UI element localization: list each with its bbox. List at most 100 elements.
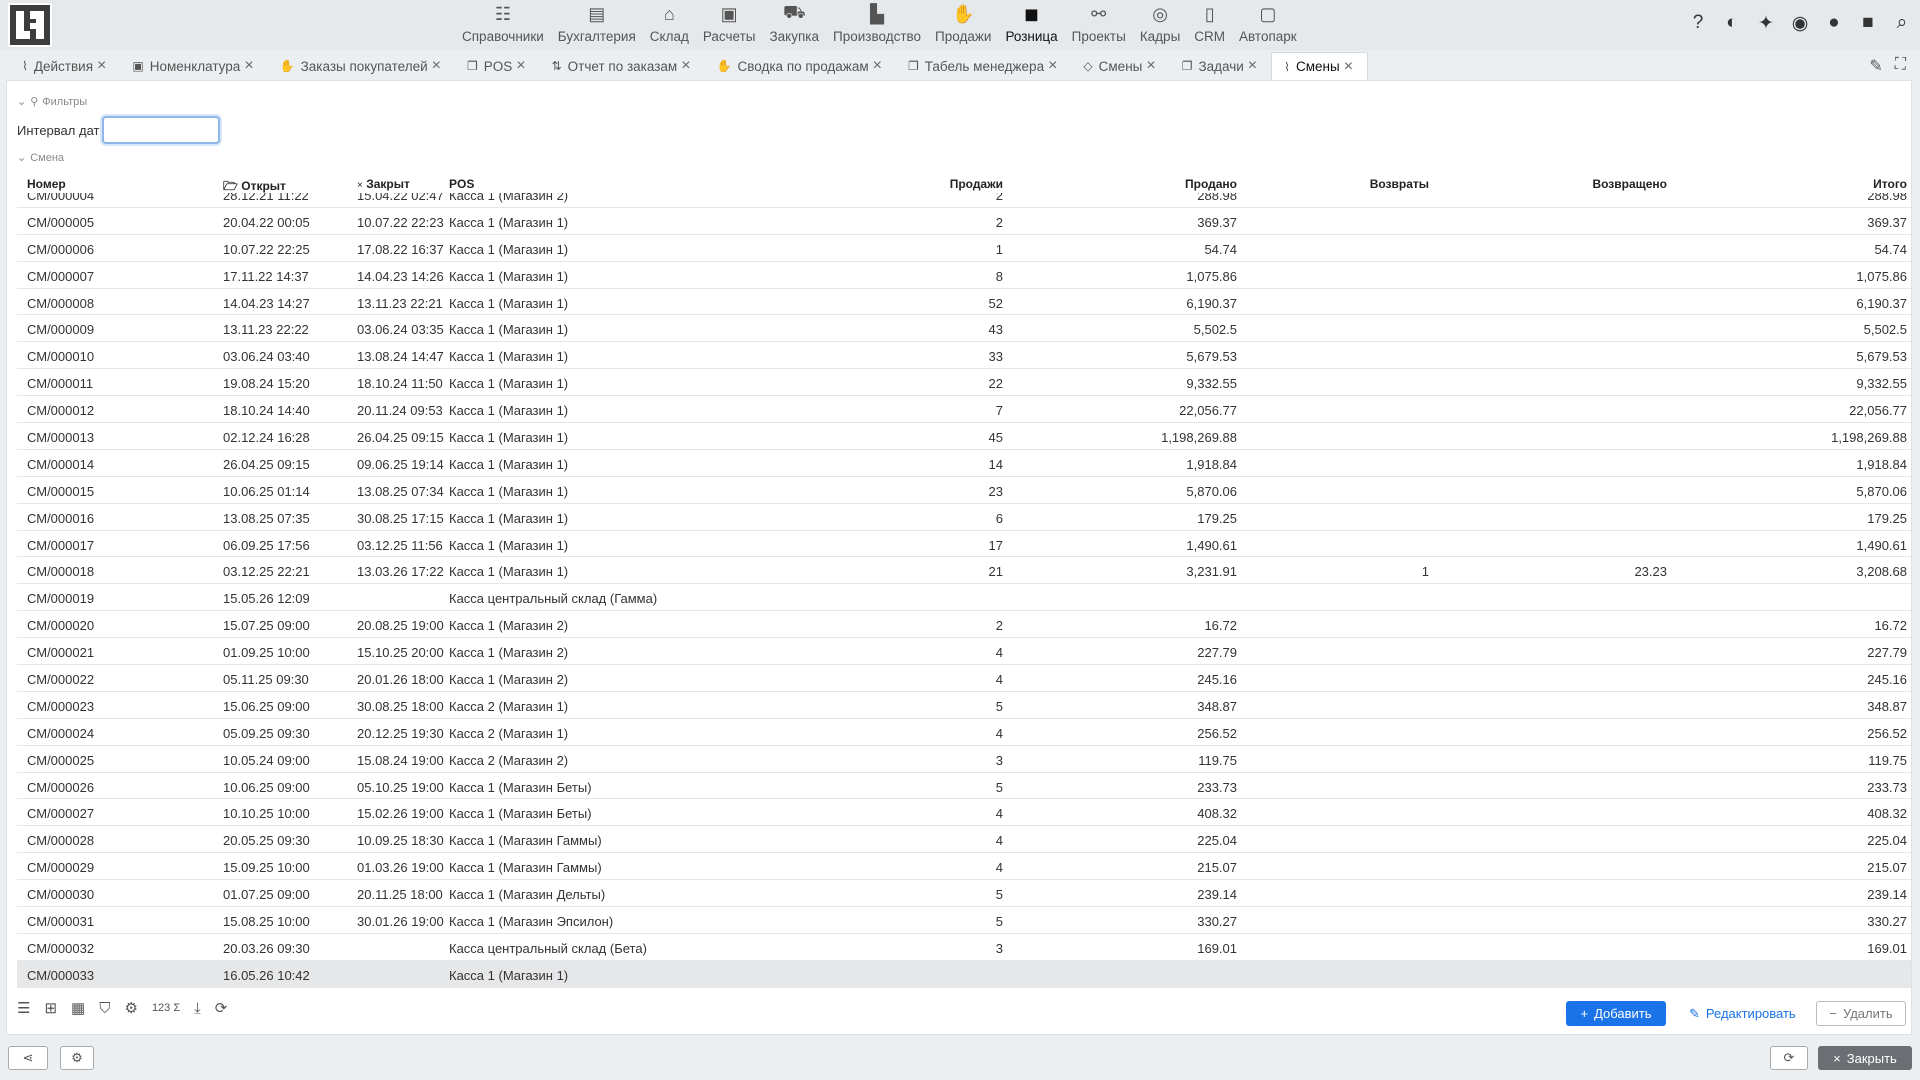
table-row[interactable]: СМ/000032 20.03.26 09:30 Касса центральный… (17, 934, 1911, 961)
tab-3[interactable]: ❐ POS × (455, 52, 540, 80)
tab-6[interactable]: ❐ Табель менеджера × (896, 52, 1071, 80)
edit-button[interactable]: ✎ Редактировать (1689, 1001, 1796, 1026)
table-row[interactable]: СМ/000018 03.12.25 22:21 13.03.26 17:22 Кас… (17, 557, 1911, 585)
nav-item-money[interactable]: ▣ Расчеты (696, 0, 763, 50)
tab-9[interactable]: ⌇ Смены × (1271, 52, 1369, 80)
lock-icon[interactable]: ■ (1858, 12, 1878, 34)
table-row[interactable]: СМ/000013 02.12.24 16:28 26.04.25 09:15 Кас… (17, 423, 1911, 450)
tab-8[interactable]: ❐ Задачи × (1170, 52, 1271, 80)
nav-item-ledger[interactable]: ▤ Бухгалтерия (551, 0, 643, 50)
date-interval-input[interactable] (102, 116, 220, 144)
calendar-view-icon[interactable]: ▦ (71, 999, 85, 1017)
col-total[interactable]: Итого (1737, 177, 1907, 191)
table-row[interactable]: СМ/000011 19.08.24 15:20 18.10.24 11:50 Кас… (17, 369, 1911, 397)
tab-2[interactable]: ✋ Заказы покупателей × (268, 52, 455, 80)
table-row[interactable]: СМ/000033 16.05.26 10:42 Касса 1 (Магазин … (17, 960, 1911, 988)
close-icon[interactable]: × (516, 57, 525, 75)
nav-item-project[interactable]: ⚯ Проекты (1065, 0, 1133, 50)
share-button[interactable]: ⋖ (8, 1046, 48, 1070)
settings-icon[interactable]: ⚙ (124, 999, 137, 1017)
refresh-icon[interactable]: ⟳ (215, 999, 228, 1017)
table-row[interactable]: СМ/000022 05.11.25 09:30 20.01.26 18:00 Кас… (17, 665, 1911, 692)
reload-button[interactable]: ⟳ (1770, 1046, 1808, 1070)
delete-button[interactable]: − Удалить (1816, 1001, 1906, 1026)
fullscreen-icon[interactable]: ⛶ (1895, 56, 1906, 76)
tab-1[interactable]: ▣ Номенклатура × (120, 52, 267, 80)
chat-icon[interactable]: ● (1824, 12, 1844, 34)
grid-view-icon[interactable]: ⊞ (44, 999, 57, 1017)
nav-item-cart[interactable]: ⛟ Закупка (763, 0, 827, 50)
nav-item-shopping-bag[interactable]: ◼ Розница (998, 0, 1064, 50)
table-row[interactable]: СМ/000014 26.04.25 09:15 09.06.25 19:14 Кас… (17, 450, 1911, 477)
table-row[interactable]: СМ/000027 10.10.25 10:00 15.02.26 19:00 Кас… (17, 799, 1911, 827)
table-row[interactable]: СМ/000008 14.04.23 14:27 13.11.23 22:21 Кас… (17, 289, 1911, 316)
tab-5[interactable]: ✋ Сводка по продажам × (705, 52, 896, 80)
shift-section-toggle[interactable]: ⌄ Смена (17, 151, 64, 165)
help-icon[interactable]: ? (1688, 12, 1708, 34)
cell-closed: 03.06.24 03:35 (357, 322, 444, 338)
table-row[interactable]: СМ/000031 15.08.25 10:00 30.01.26 19:00 Кас… (17, 907, 1911, 934)
table-row[interactable]: СМ/000023 15.06.25 09:00 30.08.25 18:00 Кас… (17, 692, 1911, 719)
table-row[interactable]: СМ/000010 03.06.24 03:40 13.08.24 14:47 Кас… (17, 342, 1911, 370)
contrast-icon[interactable]: ◐ (1722, 12, 1742, 34)
close-icon[interactable]: × (1248, 57, 1257, 75)
search-icon[interactable]: ⌕ (1892, 12, 1912, 34)
table-row[interactable]: СМ/000005 20.04.22 00:05 10.07.22 22:23 Кас… (17, 208, 1911, 235)
table-row[interactable]: СМ/000006 10.07.22 22:25 17.08.22 16:37 Кас… (17, 235, 1911, 262)
col-returns[interactable]: Возвраты (1317, 177, 1429, 191)
tab-7[interactable]: ◇ Смены × (1071, 52, 1169, 80)
nav-item-crm[interactable]: ▯ CRM (1187, 0, 1232, 50)
table-row[interactable]: СМ/000030 01.07.25 09:00 20.11.25 18:00 Кас… (17, 880, 1911, 908)
totals-toggle[interactable]: 123 Σ (152, 1002, 180, 1014)
close-icon[interactable]: × (681, 57, 690, 75)
nav-item-list[interactable]: ☷ Справочники (455, 0, 551, 50)
nav-item-hand-coin[interactable]: ✋ Продажи (928, 0, 998, 50)
list-view-icon[interactable]: ☰ (17, 999, 30, 1017)
col-pos[interactable]: POS (449, 177, 474, 191)
edit-pencil-icon[interactable]: ✎ (1869, 56, 1882, 76)
col-sold[interactable]: Продано (1117, 177, 1237, 191)
pin-icon[interactable]: ✦ (1756, 12, 1776, 34)
col-returned[interactable]: Возвращено (1517, 177, 1667, 191)
table-row[interactable]: СМ/000017 06.09.25 17:56 03.12.25 11:56 Кас… (17, 531, 1911, 558)
table-row[interactable]: СМ/000026 10.06.25 09:00 05.10.25 19:00 Кас… (17, 773, 1911, 800)
table-row[interactable]: СМ/000020 15.07.25 09:00 20.08.25 19:00 Кас… (17, 611, 1911, 639)
close-icon[interactable]: × (1048, 57, 1057, 75)
filters-toggle[interactable]: ⌄ ⚲ Фильтры (17, 95, 87, 109)
nav-item-warehouse[interactable]: ⌂ Склад (643, 0, 696, 50)
add-button[interactable]: + Добавить (1566, 1001, 1666, 1026)
nav-item-bus[interactable]: ▢ Автопарк (1232, 0, 1304, 50)
cell-opened: 19.08.24 15:20 (223, 376, 310, 392)
close-icon[interactable]: × (1344, 58, 1353, 76)
close-icon[interactable]: × (873, 57, 882, 75)
table-row[interactable]: СМ/000024 05.09.25 09:30 20.12.25 19:30 Кас… (17, 719, 1911, 746)
app-logo[interactable] (8, 3, 52, 47)
table-row[interactable]: СМ/000007 17.11.22 14:37 14.04.23 14:26 Кас… (17, 262, 1911, 289)
table-row[interactable]: СМ/000015 10.06.25 01:14 13.08.25 07:34 Кас… (17, 477, 1911, 504)
tab-4[interactable]: ⇅ Отчет по заказам × (540, 52, 705, 80)
nav-item-factory[interactable]: ▙ Производство (826, 0, 928, 50)
col-number[interactable]: Номер (27, 177, 66, 191)
table-row[interactable]: СМ/000009 13.11.23 22:22 03.06.24 03:35 Кас… (17, 315, 1911, 343)
close-button[interactable]: × Закрыть (1818, 1046, 1912, 1070)
filter-icon[interactable]: ⛉ (99, 1000, 110, 1017)
col-sales[interactable]: Продажи (933, 177, 1003, 191)
close-icon[interactable]: × (1146, 57, 1155, 75)
nav-item-fingerprint[interactable]: ◎ Кадры (1133, 0, 1187, 50)
table-row[interactable]: СМ/000016 13.08.25 07:35 30.08.25 17:15 Кас… (17, 504, 1911, 531)
table-row[interactable]: СМ/000028 20.05.25 09:30 10.09.25 18:30 Кас… (17, 826, 1911, 854)
tab-0[interactable]: ⌇ Действия × (10, 52, 120, 80)
table-row[interactable]: СМ/000029 15.09.25 10:00 01.03.26 19:00 Кас… (17, 853, 1911, 881)
table-row[interactable]: СМ/000019 15.05.26 12:09 Касса центральный… (17, 584, 1911, 612)
table-row[interactable]: СМ/000025 10.05.24 09:00 15.08.24 19:00 Кас… (17, 746, 1911, 773)
table-row[interactable]: СМ/000012 18.10.24 14:40 20.11.24 09:53 Кас… (17, 396, 1911, 424)
download-icon[interactable]: ⤓ (194, 1000, 201, 1017)
table-row[interactable]: СМ/000004 28.12.21 11:22 15.04.22 02:47 Кас… (17, 193, 1911, 208)
settings-button[interactable]: ⚙ (60, 1046, 94, 1070)
close-icon[interactable]: × (244, 57, 253, 75)
col-closed[interactable]: × Закрыт (357, 177, 410, 191)
close-icon[interactable]: × (432, 57, 441, 75)
close-icon[interactable]: × (97, 57, 106, 75)
table-row[interactable]: СМ/000021 01.09.25 10:00 15.10.25 20:00 Кас… (17, 638, 1911, 666)
eye-icon[interactable]: ◉ (1790, 12, 1810, 34)
